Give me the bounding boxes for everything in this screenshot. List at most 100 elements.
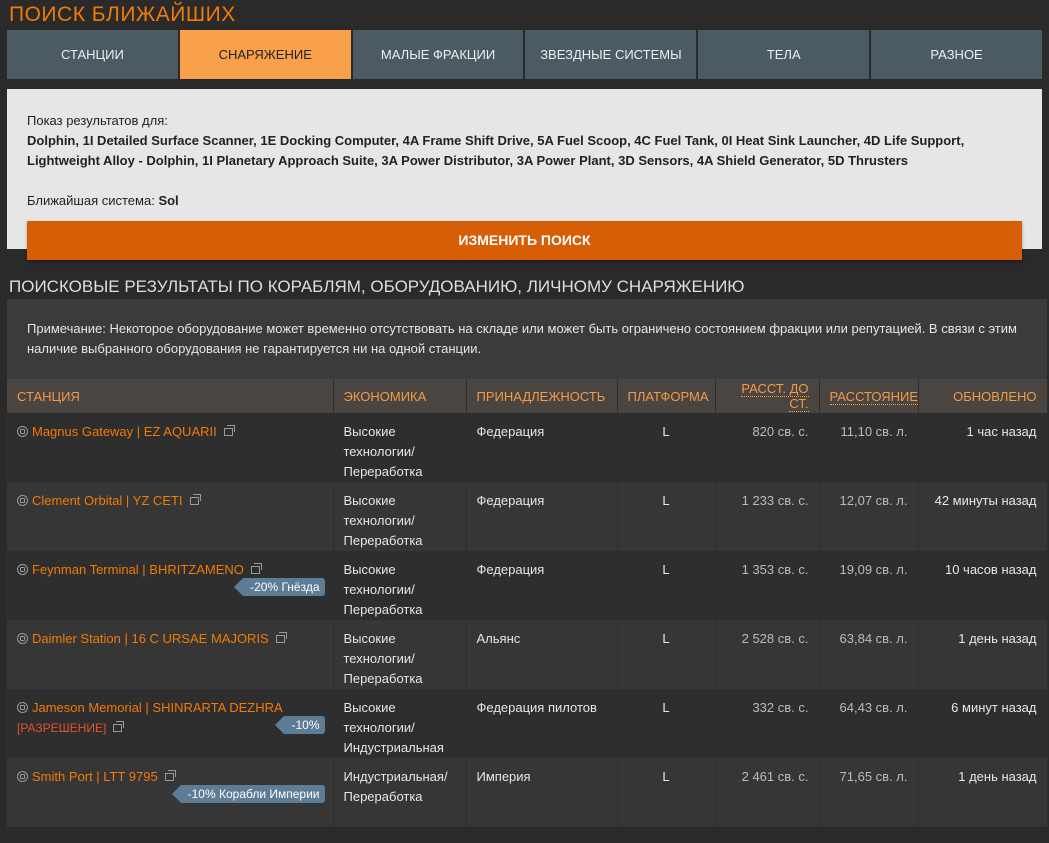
nearest-system-value: Sol bbox=[158, 193, 179, 208]
category-tabs: СТАНЦИИ СНАРЯЖЕНИЕ МАЛЫЕ ФРАКЦИИ ЗВЕЗДНЫ… bbox=[7, 30, 1042, 79]
table-row: Smith Port | LTT 9795 -10% Корабли Импери… bbox=[7, 758, 1048, 827]
table-row: Daimler Station | 16 C URSAE MAJORIS Высо… bbox=[7, 620, 1048, 689]
economy-line: Переработка bbox=[343, 789, 423, 804]
table-row: Jameson Memorial | SHINRARTA DEZHRA [РАЗР… bbox=[7, 689, 1048, 758]
economy-line: технологии/ bbox=[343, 720, 415, 735]
arrival-distance-cell: 820 св. с. bbox=[715, 413, 820, 482]
external-link-icon[interactable] bbox=[113, 721, 125, 732]
platform-cell: L bbox=[617, 689, 716, 758]
orbis-icon bbox=[17, 771, 28, 782]
economy-cell: Высокие технологии/Переработка bbox=[333, 551, 467, 620]
economy-cell: Высокие технологии/Переработка bbox=[333, 413, 467, 482]
distance-cell: 19,09 св. л. bbox=[819, 551, 919, 620]
station-cell: Daimler Station | 16 C URSAE MAJORIS bbox=[7, 620, 334, 689]
economy-line: Высокие bbox=[343, 493, 396, 508]
station-icon bbox=[17, 564, 28, 575]
col-allegiance[interactable]: ПРИНАДЛЕЖНОСТЬ bbox=[466, 379, 618, 413]
nearest-system-label: Ближайшая система: bbox=[27, 193, 155, 208]
allegiance-cell: Альянс bbox=[466, 620, 618, 689]
distance-cell: 12,07 св. л. bbox=[819, 482, 919, 551]
economy-line: Высокие bbox=[343, 562, 396, 577]
arrival-distance-cell: 332 св. с. bbox=[715, 689, 820, 758]
economy-line: Высокие bbox=[343, 631, 396, 646]
arrival-distance-cell: 1 233 св. с. bbox=[715, 482, 820, 551]
external-link-icon[interactable] bbox=[275, 632, 287, 643]
distance-cell: 64,43 св. л. bbox=[819, 689, 919, 758]
updated-cell: 1 день назад bbox=[918, 620, 1048, 689]
tab-bodies[interactable]: ТЕЛА bbox=[698, 30, 870, 79]
arrival-distance-cell: 1 353 св. с. bbox=[715, 551, 820, 620]
allegiance-cell: Империя bbox=[466, 758, 618, 827]
tab-minor-factions[interactable]: МАЛЫЕ ФРАКЦИИ bbox=[352, 30, 524, 79]
permit-label[interactable]: [РАЗРЕШЕНИЕ] bbox=[17, 721, 106, 735]
updated-cell: 10 часов назад bbox=[918, 551, 1048, 620]
col-updated[interactable]: ОБНОВЛЕНО bbox=[918, 379, 1048, 413]
external-link-icon[interactable] bbox=[223, 425, 235, 436]
results-panel: Примечание: Некоторое оборудование может… bbox=[7, 299, 1048, 827]
station-icon bbox=[17, 633, 28, 644]
economy-cell: Высокие технологии/Индустриальная bbox=[333, 689, 467, 758]
external-link-icon[interactable] bbox=[250, 563, 262, 574]
col-economy[interactable]: ЭКОНОМИКА bbox=[333, 379, 467, 413]
change-search-button[interactable]: ИЗМЕНИТЬ ПОИСК bbox=[27, 221, 1022, 260]
station-cell: Clement Orbital | YZ CETI bbox=[7, 482, 334, 551]
discount-badge: -10% bbox=[275, 716, 325, 734]
external-link-icon[interactable] bbox=[164, 770, 176, 781]
col-station[interactable]: СТАНЦИЯ bbox=[7, 379, 334, 413]
page-title: ПОИСК БЛИЖАЙШИХ bbox=[9, 3, 236, 26]
economy-line: технологии/ bbox=[343, 513, 415, 528]
distance-cell: 71,65 св. л. bbox=[819, 758, 919, 827]
discount-badge: -20% Гнёзда bbox=[234, 578, 325, 596]
selected-items: Dolphin, 1I Detailed Surface Scanner, 1E… bbox=[27, 133, 965, 168]
table-row: Clement Orbital | YZ CETI Высокие технолог… bbox=[7, 482, 1048, 551]
col-arrival[interactable]: РАССТ. ДО СТ. bbox=[715, 379, 820, 413]
platform-cell: L bbox=[617, 758, 716, 827]
tab-misc[interactable]: РАЗНОЕ bbox=[871, 30, 1042, 79]
updated-cell: 1 день назад bbox=[918, 758, 1048, 827]
distance-cell: 63,84 св. л. bbox=[819, 620, 919, 689]
tab-outfitting[interactable]: СНАРЯЖЕНИЕ bbox=[179, 30, 351, 79]
station-link[interactable]: Daimler Station | 16 C URSAE MAJORIS bbox=[32, 631, 269, 646]
economy-line: технологии/ bbox=[343, 444, 415, 459]
distance-cell: 11,10 св. л. bbox=[819, 413, 919, 482]
updated-cell: 42 минуты назад bbox=[918, 482, 1048, 551]
table-row: Magnus Gateway | EZ AQUARII Высокие технол… bbox=[7, 413, 1048, 482]
economy-line: Переработка bbox=[343, 533, 423, 548]
station-icon bbox=[17, 426, 28, 437]
allegiance-cell: Федерация bbox=[466, 413, 618, 482]
search-summary-panel: Показ результатов для: Dolphin, 1I Detai… bbox=[7, 89, 1042, 260]
economy-line: Высокие bbox=[343, 700, 396, 715]
col-platform[interactable]: ПЛАТФОРМА bbox=[617, 379, 716, 413]
pilots-icon bbox=[17, 702, 28, 713]
economy-line: Переработка bbox=[343, 602, 423, 617]
station-cell: Jameson Memorial | SHINRARTA DEZHRA [РАЗР… bbox=[7, 689, 334, 758]
economy-line: Высокие bbox=[343, 424, 396, 439]
station-link[interactable]: Jameson Memorial | SHINRARTA DEZHRA bbox=[32, 700, 283, 715]
nearest-system: Ближайшая система: Sol bbox=[27, 191, 1022, 211]
station-cell: Feynman Terminal | BHRITZAMENO -20% Гнёзд… bbox=[7, 551, 334, 620]
economy-cell: Высокие технологии/Переработка bbox=[333, 620, 467, 689]
platform-cell: L bbox=[617, 413, 716, 482]
updated-cell: 1 час назад bbox=[918, 413, 1048, 482]
economy-line: технологии/ bbox=[343, 651, 415, 666]
station-icon bbox=[17, 495, 28, 506]
availability-note: Примечание: Некоторое оборудование может… bbox=[27, 321, 1017, 356]
tab-star-systems[interactable]: ЗВЕЗДНЫЕ СИСТЕМЫ bbox=[525, 30, 697, 79]
results-title: ПОИСКОВЫЕ РЕЗУЛЬТАТЫ ПО КОРАБЛЯМ, ОБОРУД… bbox=[9, 277, 745, 296]
tab-stations[interactable]: СТАНЦИИ bbox=[7, 30, 178, 79]
station-link[interactable]: Feynman Terminal | BHRITZAMENO bbox=[32, 562, 244, 577]
col-distance[interactable]: РАССТОЯНИЕ bbox=[819, 379, 919, 413]
station-cell: Magnus Gateway | EZ AQUARII bbox=[7, 413, 334, 482]
economy-line: Индустриальная/ bbox=[343, 769, 448, 784]
station-link[interactable]: Magnus Gateway | EZ AQUARII bbox=[32, 424, 217, 439]
station-link[interactable]: Smith Port | LTT 9795 bbox=[32, 769, 158, 784]
station-cell: Smith Port | LTT 9795 -10% Корабли Импери… bbox=[7, 758, 334, 827]
allegiance-cell: Федерация bbox=[466, 482, 618, 551]
discount-badge: -10% Корабли Империи bbox=[171, 785, 325, 803]
station-link[interactable]: Clement Orbital | YZ CETI bbox=[32, 493, 183, 508]
economy-cell: Высокие технологии/Переработка bbox=[333, 482, 467, 551]
platform-cell: L bbox=[617, 620, 716, 689]
arrival-distance-cell: 2 461 св. с. bbox=[715, 758, 820, 827]
platform-cell: L bbox=[617, 482, 716, 551]
external-link-icon[interactable] bbox=[189, 494, 201, 505]
